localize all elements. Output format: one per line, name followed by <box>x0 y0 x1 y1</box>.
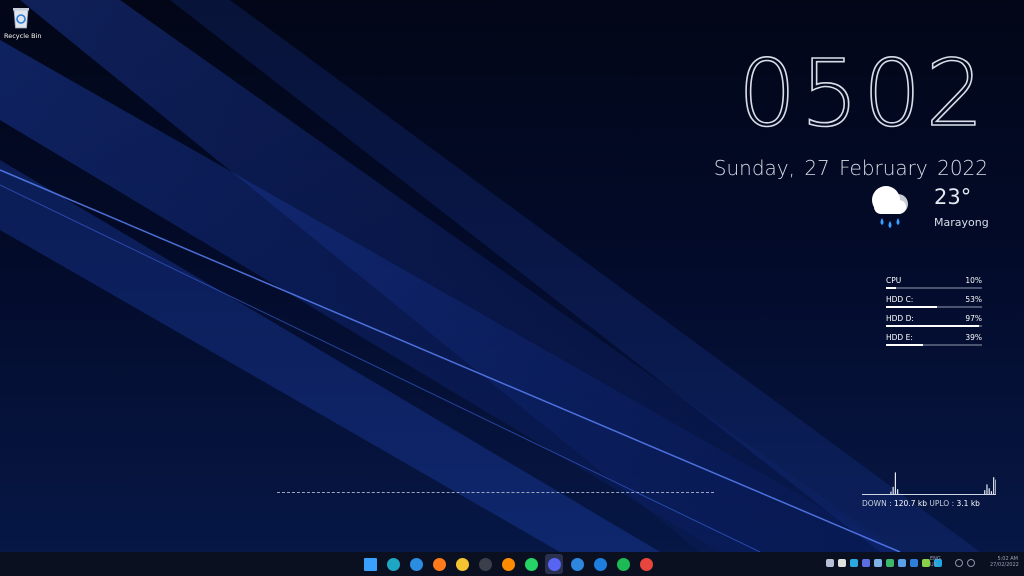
discord-button[interactable] <box>545 554 563 574</box>
volume-icon <box>967 559 975 567</box>
region-label: US <box>930 562 937 568</box>
meter-value: 39% <box>965 333 982 342</box>
meter-value: 97% <box>965 314 982 323</box>
whatsapp-icon <box>524 557 538 571</box>
edge-dev-button[interactable] <box>407 554 425 574</box>
meter-track <box>886 344 982 346</box>
folder-icon <box>455 557 469 571</box>
rain-cloud-icon <box>864 182 916 232</box>
down-label: DOWN : <box>862 499 892 508</box>
up-value: 3.1 kb <box>956 499 980 508</box>
meter-label: HDD C: <box>886 295 914 304</box>
meter-label: HDD D: <box>886 314 914 323</box>
recycle-bin-shortcut[interactable]: Recycle Bin <box>4 4 42 40</box>
tray-app-icon[interactable] <box>922 559 930 567</box>
meter-track <box>886 325 982 327</box>
recycle-bin-icon <box>8 4 34 30</box>
system-tray-icons[interactable] <box>826 559 942 567</box>
language-indicator[interactable]: ENG US <box>930 556 941 568</box>
wifi-icon <box>955 559 963 567</box>
taskbar: ENG US 5:02 AM 27/02/2022 <box>0 552 1024 576</box>
tray-app-icon[interactable] <box>910 559 918 567</box>
vlc-icon <box>501 557 515 571</box>
network-monitor: DOWN : 120.7 kb UPLO : 3.1 kb <box>862 446 996 508</box>
edge-icon <box>386 557 400 571</box>
up-label: UPLO : <box>929 499 955 508</box>
meter-cpu: CPU 10% <box>886 276 982 289</box>
meter-value: 10% <box>965 276 982 285</box>
firefox-button[interactable] <box>430 554 448 574</box>
network-graph <box>890 472 996 494</box>
spotify-button[interactable] <box>614 554 632 574</box>
vlc-button[interactable] <box>499 554 517 574</box>
weather-location: Marayong <box>934 216 989 229</box>
discord-icon <box>547 557 561 571</box>
firefox-icon <box>432 557 446 571</box>
meter-label: CPU <box>886 276 902 285</box>
meter-fill <box>886 344 924 346</box>
meter-label: HDD E: <box>886 333 913 342</box>
app-button[interactable] <box>591 554 609 574</box>
meter-hdd-e: HDD E: 39% <box>886 333 982 346</box>
tray-app-icon[interactable] <box>874 559 882 567</box>
meter-fill <box>886 325 980 327</box>
tray-app-icon[interactable] <box>898 559 906 567</box>
meter-fill <box>886 287 896 289</box>
meter-track <box>886 306 982 308</box>
file-explorer-button[interactable] <box>453 554 471 574</box>
tray-app-icon[interactable] <box>862 559 870 567</box>
meter-hdd-d: HDD D: 97% <box>886 314 982 327</box>
start-button[interactable] <box>361 554 379 574</box>
whatsapp-button[interactable] <box>522 554 540 574</box>
store-button[interactable] <box>568 554 586 574</box>
taskbar-date: 27/02/2022 <box>990 562 1019 568</box>
weather-temperature: 23° <box>934 185 972 209</box>
photos-button[interactable] <box>637 554 655 574</box>
tray-app-icon[interactable] <box>826 559 834 567</box>
windows-start-icon <box>363 557 377 571</box>
recycle-bin-label: Recycle Bin <box>4 32 42 40</box>
meter-value: 53% <box>965 295 982 304</box>
dashed-divider <box>277 492 714 493</box>
tray-app-icon[interactable] <box>886 559 894 567</box>
meter-hdd-c: HDD C: 53% <box>886 295 982 308</box>
terminal-icon <box>478 557 492 571</box>
meter-fill <box>886 306 937 308</box>
quick-settings[interactable] <box>955 559 975 567</box>
network-graph-baseline <box>862 494 996 495</box>
edge-dev-icon <box>409 557 423 571</box>
clock-time: 0502 <box>737 40 988 147</box>
tray-app-icon[interactable] <box>850 559 858 567</box>
clock-date: Sunday, 27 February 2022 <box>713 156 988 180</box>
store-icon <box>570 557 584 571</box>
taskbar-apps <box>361 554 655 574</box>
network-stats: DOWN : 120.7 kb UPLO : 3.1 kb <box>862 499 996 508</box>
photos-icon <box>639 557 653 571</box>
system-meters: CPU 10% HDD C: 53% HDD D: 97% HDD E: 39% <box>886 276 982 352</box>
meter-track <box>886 287 982 289</box>
down-value: 120.7 kb <box>894 499 927 508</box>
terminal-button[interactable] <box>476 554 494 574</box>
edge-button[interactable] <box>384 554 402 574</box>
tray-app-icon[interactable] <box>838 559 846 567</box>
taskbar-clock[interactable]: 5:02 AM 27/02/2022 <box>990 556 1019 568</box>
blue-app-icon <box>593 557 607 571</box>
spotify-icon <box>616 557 630 571</box>
